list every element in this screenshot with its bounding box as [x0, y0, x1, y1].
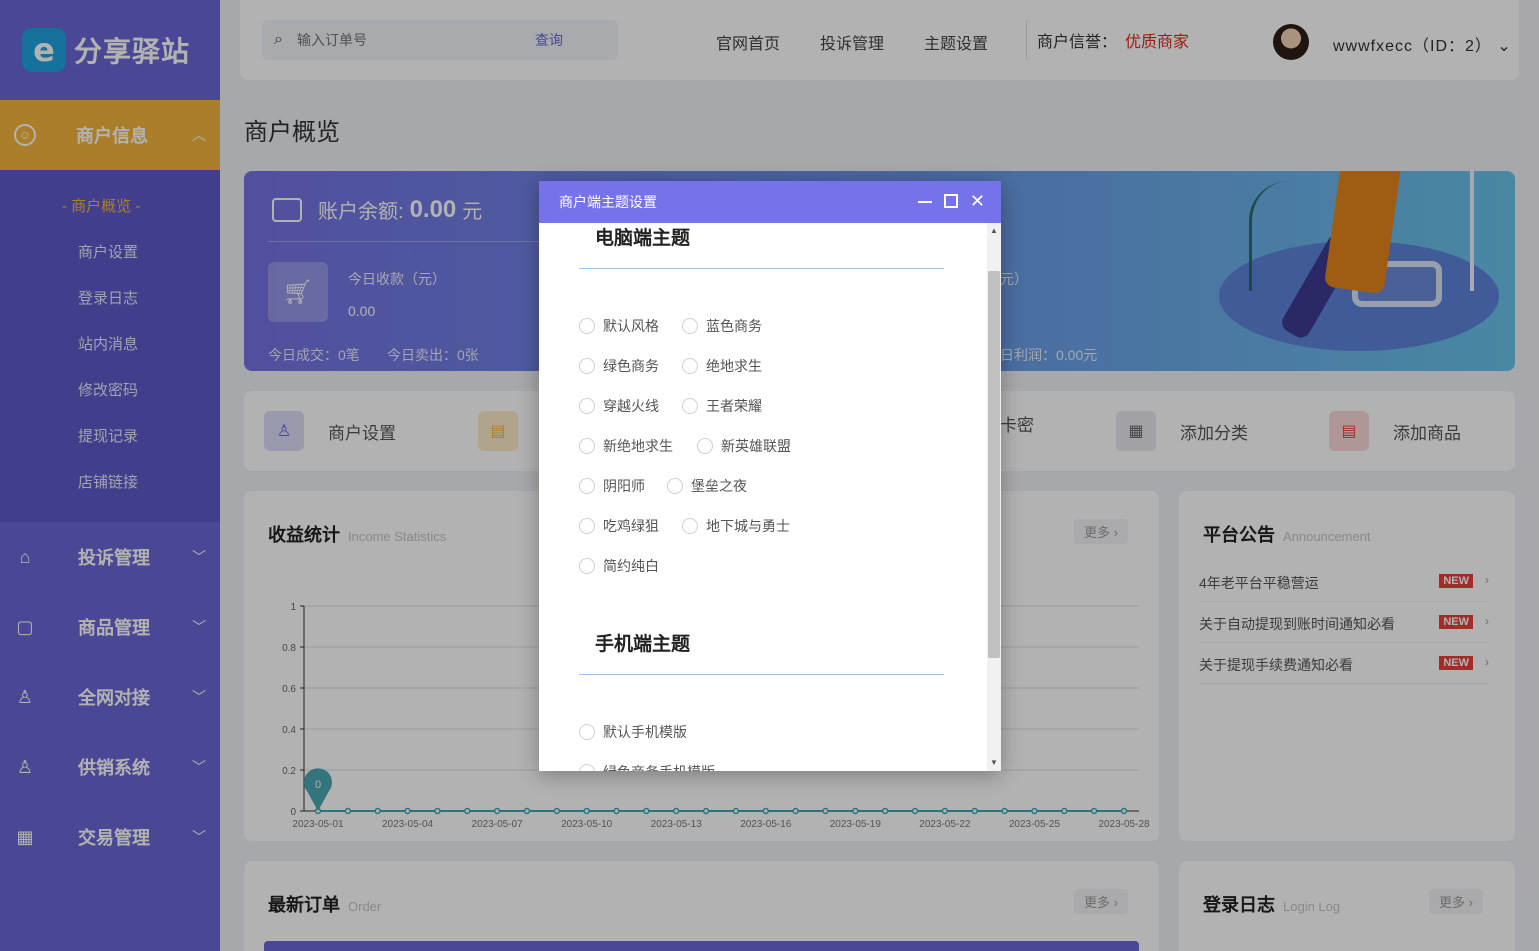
- modal-header[interactable]: 商户端主题设置 ✕: [539, 181, 1001, 223]
- scroll-up-icon[interactable]: ▲: [987, 223, 1001, 239]
- theme-radio-green-sniper[interactable]: 吃鸡绿狙: [579, 516, 659, 536]
- radio-label: 绿色商务手机模版: [603, 762, 715, 771]
- pc-theme-title: 电脑端主题: [595, 228, 691, 249]
- theme-radio-pubg[interactable]: 绝地求生: [682, 356, 762, 376]
- theme-radio-crossfire[interactable]: 穿越火线: [579, 396, 659, 416]
- radio-circle: [682, 318, 698, 334]
- theme-radio-honor-of-kings[interactable]: 王者荣耀: [682, 396, 762, 416]
- maximize-icon[interactable]: [943, 194, 958, 208]
- mobile-theme-radio-default[interactable]: 默认手机模版: [579, 722, 687, 742]
- radio-label: 吃鸡绿狙: [603, 518, 659, 534]
- theme-settings-modal: 商户端主题设置 ✕ 电脑端主题 默认风格 蓝色商务 绿色商务 绝地求生 穿越火线…: [539, 181, 1001, 771]
- modal-title: 商户端主题设置: [559, 194, 657, 210]
- radio-label: 新英雄联盟: [721, 438, 791, 454]
- radio-label: 绿色商务: [603, 358, 659, 374]
- radio-circle: [579, 724, 595, 740]
- radio-label: 蓝色商务: [706, 318, 762, 334]
- radio-circle: [579, 558, 595, 574]
- mobile-theme-title: 手机端主题: [595, 634, 691, 655]
- radio-circle: [579, 358, 595, 374]
- theme-radio-simple-white[interactable]: 简约纯白: [579, 556, 659, 576]
- scroll-thumb[interactable]: [988, 271, 1000, 658]
- radio-label: 王者荣耀: [706, 398, 762, 414]
- radio-circle: [682, 398, 698, 414]
- radio-label: 简约纯白: [603, 558, 659, 574]
- section-divider: [579, 268, 944, 269]
- minimize-icon[interactable]: [917, 201, 932, 203]
- theme-radio-default[interactable]: 默认风格: [579, 316, 659, 336]
- radio-label: 穿越火线: [603, 398, 659, 414]
- radio-circle: [697, 438, 713, 454]
- radio-circle: [667, 478, 683, 494]
- radio-label: 新绝地求生: [603, 438, 673, 454]
- radio-circle: [579, 398, 595, 414]
- theme-radio-green-business[interactable]: 绿色商务: [579, 356, 659, 376]
- radio-label: 地下城与勇士: [706, 518, 790, 534]
- radio-circle: [579, 438, 595, 454]
- modal-body: 电脑端主题 默认风格 蓝色商务 绿色商务 绝地求生 穿越火线 王者荣耀 新绝地求…: [539, 223, 1001, 771]
- radio-circle: [579, 518, 595, 534]
- section-divider: [579, 674, 944, 675]
- scrollbar[interactable]: ▲ ▼: [987, 223, 1001, 771]
- radio-label: 绝地求生: [706, 358, 762, 374]
- theme-radio-onmyoji[interactable]: 阴阳师: [579, 476, 645, 496]
- radio-circle: [579, 318, 595, 334]
- theme-radio-new-pubg[interactable]: 新绝地求生: [579, 436, 673, 456]
- radio-circle: [579, 478, 595, 494]
- window-controls: ✕: [917, 192, 985, 210]
- radio-label: 阴阳师: [603, 478, 645, 494]
- radio-label: 堡垒之夜: [691, 478, 747, 494]
- scroll-down-icon[interactable]: ▼: [987, 755, 1001, 771]
- theme-radio-blue-business[interactable]: 蓝色商务: [682, 316, 762, 336]
- radio-circle: [579, 764, 595, 771]
- theme-radio-new-lol[interactable]: 新英雄联盟: [697, 436, 791, 456]
- radio-circle: [682, 358, 698, 374]
- radio-label: 默认风格: [603, 318, 659, 334]
- radio-label: 默认手机模版: [603, 724, 687, 740]
- theme-radio-dnf[interactable]: 地下城与勇士: [682, 516, 790, 536]
- radio-circle: [682, 518, 698, 534]
- close-icon[interactable]: ✕: [970, 192, 985, 210]
- theme-radio-fortnite[interactable]: 堡垒之夜: [667, 476, 747, 496]
- mobile-theme-radio-green[interactable]: 绿色商务手机模版: [579, 762, 715, 771]
